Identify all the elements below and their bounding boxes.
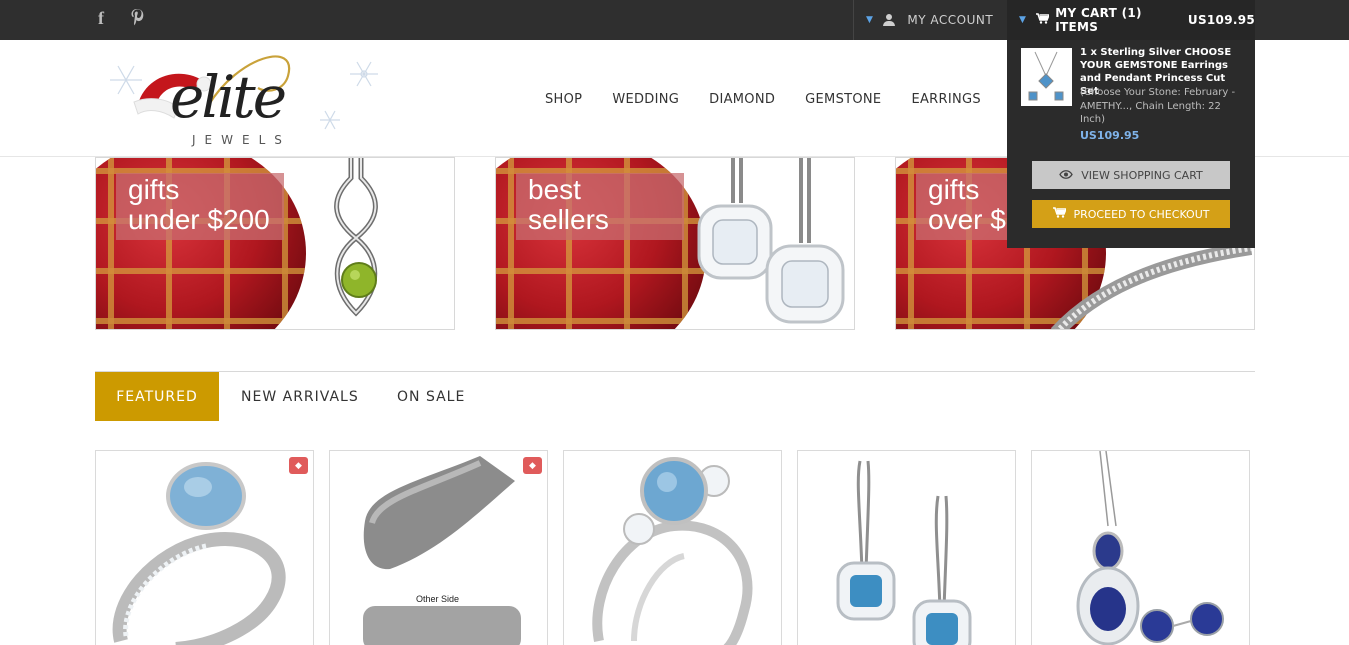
product-image [1076, 451, 1224, 645]
nav-diamond[interactable]: DIAMOND [709, 92, 775, 107]
my-account-label: MY ACCOUNT [907, 13, 994, 27]
cart-item-options: (Choose Your Stone: February - AMETHY...… [1080, 87, 1236, 125]
logo-wordmark: elite [170, 63, 287, 131]
cart-icon [1036, 13, 1051, 27]
top-bar: f ▼ MY ACCOUNT ▼ MY CART (1) ITEMS US109… [0, 0, 1349, 40]
product-image [112, 462, 286, 645]
product-caption: Other Side [416, 594, 460, 604]
halo-earrings-image [697, 158, 845, 324]
nav-wedding[interactable]: WEDDING [612, 92, 679, 107]
pinterest-icon[interactable] [130, 8, 144, 31]
nav-shop[interactable]: SHOP [545, 92, 582, 107]
tab-featured[interactable]: FEATURED [95, 372, 219, 421]
divider [853, 0, 854, 40]
user-icon [883, 14, 896, 26]
product-image [592, 457, 753, 645]
facebook-icon[interactable]: f [98, 8, 104, 29]
cart-total: US109.95 [1187, 13, 1255, 27]
my-cart-menu[interactable]: ▼ MY CART (1) ITEMS US109.95 [1007, 0, 1255, 40]
product-card[interactable]: Other Side ◆ [329, 450, 548, 645]
sale-tag-icon: ◆ [289, 457, 308, 474]
nav-earrings[interactable]: EARRINGS [911, 92, 980, 107]
product-image [836, 460, 972, 645]
cart-dropdown: 1 x Sterling Silver CHOOSE YOUR GEMSTONE… [1007, 40, 1255, 248]
checkout-button[interactable]: PROCEED TO CHECKOUT [1032, 200, 1230, 228]
tab-on-sale[interactable]: ON SALE [397, 372, 465, 421]
banner-line1: best [528, 174, 581, 205]
main-nav: SHOP WEDDING DIAMOND GEMSTONE EARRINGS P [545, 92, 1049, 107]
view-cart-button[interactable]: VIEW SHOPPING CART [1032, 161, 1230, 189]
banner-best-sellers[interactable]: best sellers [495, 157, 855, 330]
banner-line2: sellers [528, 204, 609, 235]
eye-icon [1059, 168, 1073, 182]
banner-line1: gifts [128, 174, 180, 205]
logo-subtitle: JEWELS [192, 133, 291, 147]
banner-line2: under $200 [128, 204, 270, 235]
chevron-down-icon: ▼ [866, 15, 874, 25]
product-card[interactable] [563, 450, 782, 645]
cart-item-price: US109.95 [1080, 129, 1140, 142]
nav-gemstone[interactable]: GEMSTONE [805, 92, 881, 107]
banner-gifts-under-200[interactable]: gifts under $200 [95, 157, 455, 330]
product-image [363, 456, 521, 645]
infinity-pendant-image [334, 158, 378, 317]
cart-icon [1052, 207, 1067, 221]
product-card[interactable] [1031, 450, 1250, 645]
chevron-down-icon: ▼ [1019, 15, 1027, 25]
sale-tag-icon: ◆ [523, 457, 542, 474]
product-card[interactable] [797, 450, 1016, 645]
tab-new-arrivals[interactable]: NEW ARRIVALS [241, 372, 359, 421]
my-account-menu[interactable]: ▼ MY ACCOUNT [866, 0, 993, 40]
cart-item-thumbnail[interactable] [1021, 48, 1072, 106]
cart-label: MY CART (1) ITEMS [1055, 6, 1142, 34]
product-card[interactable]: ◆ [95, 450, 314, 645]
banner-label: best sellers [516, 173, 684, 240]
checkout-label: PROCEED TO CHECKOUT [1073, 207, 1210, 221]
banner-label: gifts under $200 [116, 173, 284, 240]
view-cart-label: VIEW SHOPPING CART [1081, 168, 1203, 182]
